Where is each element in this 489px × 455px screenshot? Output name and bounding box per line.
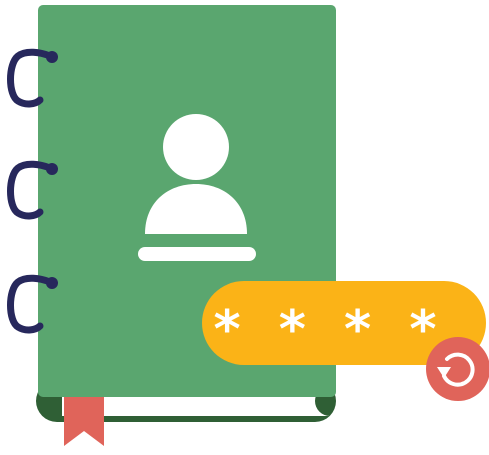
ring-hole <box>46 51 58 63</box>
password-mask-text: * * * * <box>213 300 447 360</box>
address-book-icon <box>7 5 336 446</box>
user-head <box>163 114 229 180</box>
illustration-canvas <box>7 5 489 446</box>
password-reset-illustration: * * * * <box>0 0 489 451</box>
user-underline <box>138 247 256 261</box>
ring-hole <box>46 163 58 175</box>
ring-hole <box>46 277 58 289</box>
